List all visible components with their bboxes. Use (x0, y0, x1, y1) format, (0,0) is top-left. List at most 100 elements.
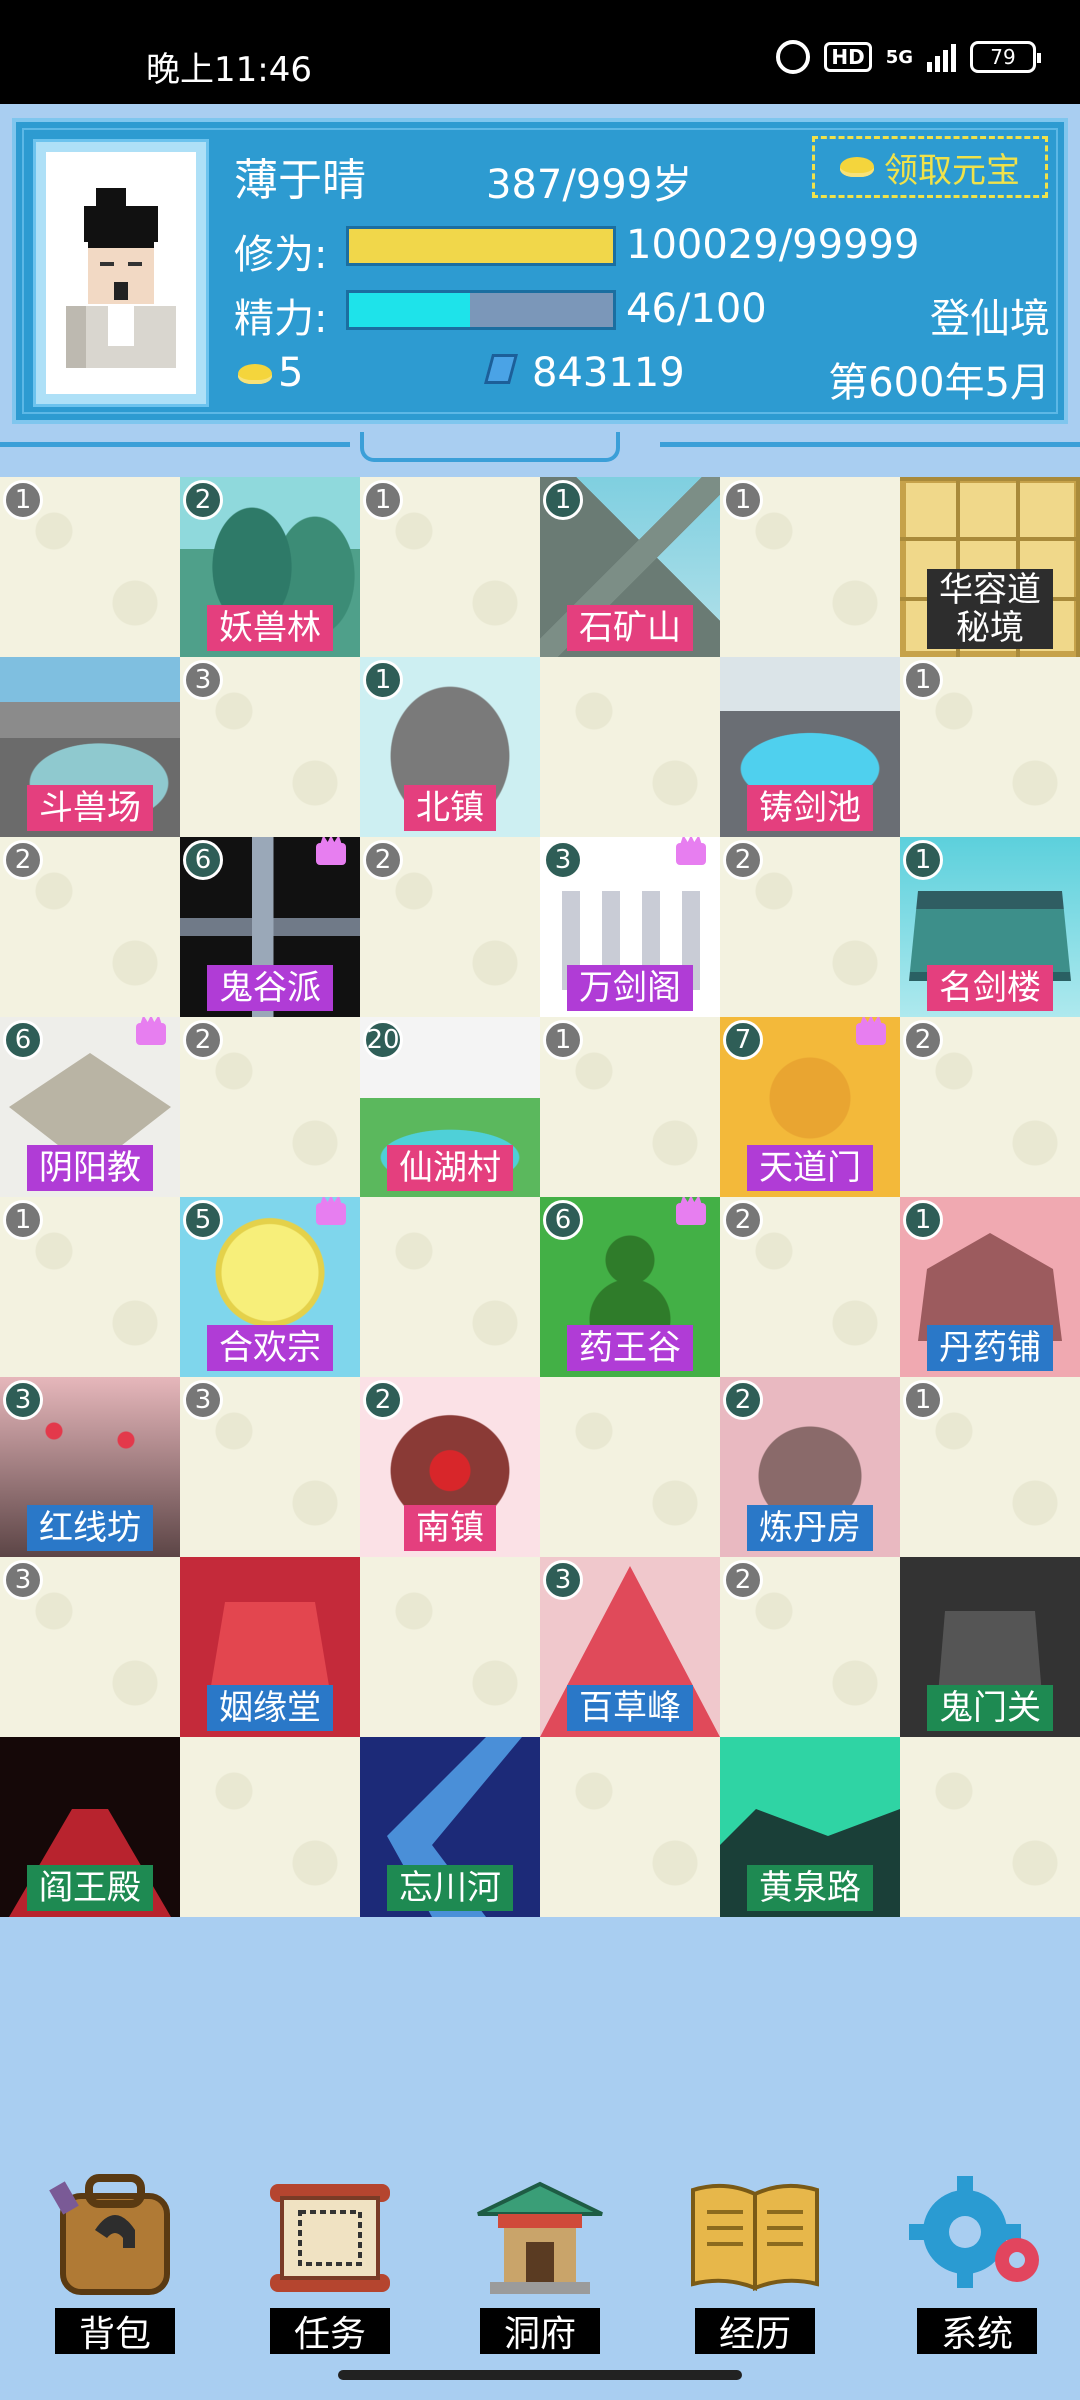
visit-count-badge: 7 (723, 1020, 763, 1060)
visit-count-badge: 2 (363, 1380, 403, 1420)
map-location[interactable]: 姻缘堂 (180, 1557, 360, 1737)
visit-count-badge: 2 (183, 1020, 223, 1060)
map-tile[interactable]: 2 (0, 837, 180, 1017)
map-location[interactable]: 华容道 秘境 (900, 477, 1080, 657)
map-location[interactable]: 20 仙湖村 (360, 1017, 540, 1197)
map-location[interactable]: 阎王殿 (0, 1737, 180, 1917)
gold-count: 5 (278, 350, 304, 396)
map-location[interactable]: 7 天道门 (720, 1017, 900, 1197)
visit-count-badge: 2 (723, 1380, 763, 1420)
map-tile[interactable]: 3 (180, 657, 360, 837)
energy-value: 46/100 (626, 286, 767, 332)
map-location[interactable]: 3 红线坊 (0, 1377, 180, 1557)
map-location[interactable]: 3 百草峰 (540, 1557, 720, 1737)
map-location[interactable]: 1 名剑楼 (900, 837, 1080, 1017)
sect-crown-icon (316, 843, 346, 865)
visit-count-badge: 1 (543, 480, 583, 520)
map-tile[interactable]: 2 (720, 1557, 900, 1737)
visit-count-badge: 1 (903, 1380, 943, 1420)
map-tile[interactable]: 1 (540, 1017, 720, 1197)
map-tile[interactable]: 1 (360, 477, 540, 657)
battery-level: 79 (990, 45, 1016, 69)
visit-count-badge: 1 (363, 660, 403, 700)
map-location[interactable]: 1 北镇 (360, 657, 540, 837)
map-tile[interactable]: 3 (0, 1557, 180, 1737)
home-indicator[interactable] (338, 2370, 742, 2380)
energy-label: 精力: (234, 296, 328, 342)
visit-count-badge: 3 (3, 1380, 43, 1420)
map-tile[interactable] (540, 1737, 720, 1917)
map-tile[interactable] (540, 1377, 720, 1557)
sect-crown-icon (676, 843, 706, 865)
visit-count-badge: 2 (3, 840, 43, 880)
map-tile[interactable]: 2 (180, 1017, 360, 1197)
map-location[interactable]: 2 妖兽林 (180, 477, 360, 657)
visit-count-badge: 5 (183, 1200, 223, 1240)
avatar[interactable] (33, 139, 209, 407)
map-tile[interactable]: 1 (720, 477, 900, 657)
nav-backpack[interactable]: 背包 (30, 2170, 200, 2355)
visit-count-badge: 1 (903, 840, 943, 880)
status-icons: HD 5G 79 (776, 40, 1041, 74)
map-tile[interactable]: 1 (900, 657, 1080, 837)
location-name: 石矿山 (567, 605, 693, 651)
location-name: 黄泉路 (747, 1865, 873, 1911)
map-location[interactable]: 6 鬼谷派 (180, 837, 360, 1017)
battery-icon: 79 (970, 41, 1041, 73)
map-tile[interactable]: 2 (360, 837, 540, 1017)
visit-count-badge: 2 (723, 1200, 763, 1240)
location-name: 天道门 (747, 1145, 873, 1191)
realm-label: 登仙境 (930, 296, 1050, 342)
map-tile[interactable]: 1 (0, 477, 180, 657)
nav-tasks-label: 任务 (270, 2308, 390, 2355)
location-name: 药王谷 (567, 1325, 693, 1371)
map-tile[interactable] (900, 1737, 1080, 1917)
location-name: 丹药铺 (927, 1325, 1053, 1371)
visit-count-badge: 2 (723, 840, 763, 880)
visit-count-badge: 2 (363, 840, 403, 880)
map-location[interactable]: 2 南镇 (360, 1377, 540, 1557)
nav-cave-dwelling[interactable]: 洞府 (455, 2170, 625, 2355)
visit-count-badge: 3 (543, 840, 583, 880)
claim-ingot-button[interactable]: 领取元宝 (812, 136, 1048, 198)
location-name: 合欢宗 (207, 1325, 333, 1371)
map-tile[interactable]: 3 (180, 1377, 360, 1557)
map-tile[interactable]: 2 (720, 837, 900, 1017)
map-tile[interactable] (360, 1557, 540, 1737)
nav-experience[interactable]: 经历 (670, 2170, 840, 2355)
visit-count-badge: 6 (3, 1020, 43, 1060)
visit-count-badge: 3 (183, 1380, 223, 1420)
location-name: 百草峰 (567, 1685, 693, 1731)
map-location[interactable]: 忘川河 (360, 1737, 540, 1917)
map-tile[interactable] (360, 1197, 540, 1377)
map-location[interactable]: 3 万剑阁 (540, 837, 720, 1017)
nav-tasks[interactable]: 任务 (245, 2170, 415, 2355)
map-location[interactable]: 鬼门关 (900, 1557, 1080, 1737)
location-name: 南镇 (404, 1505, 496, 1551)
gear-icon (909, 2176, 1039, 2288)
map-location[interactable]: 铸剑池 (720, 657, 900, 837)
map-tile[interactable] (180, 1737, 360, 1917)
cultivation-bar (346, 226, 616, 266)
map-tile[interactable]: 2 (720, 1197, 900, 1377)
visit-count-badge: 2 (723, 1560, 763, 1600)
map-tile[interactable] (540, 657, 720, 837)
visit-count-badge: 2 (183, 480, 223, 520)
map-location[interactable]: 6 阴阳教 (0, 1017, 180, 1197)
map-location[interactable]: 6 药王谷 (540, 1197, 720, 1377)
map-location[interactable]: 5 合欢宗 (180, 1197, 360, 1377)
map-tile[interactable]: 1 (0, 1197, 180, 1377)
energy-bar-fill (349, 293, 471, 327)
nav-system[interactable]: 系统 (892, 2170, 1062, 2355)
map-location[interactable]: 斗兽场 (0, 657, 180, 837)
map-location[interactable]: 1 丹药铺 (900, 1197, 1080, 1377)
visit-count-badge: 1 (903, 660, 943, 700)
map-location[interactable]: 2 炼丹房 (720, 1377, 900, 1557)
map-location[interactable]: 黄泉路 (720, 1737, 900, 1917)
ingot-icon (840, 157, 874, 177)
map-tile[interactable]: 1 (900, 1377, 1080, 1557)
map-location[interactable]: 1 石矿山 (540, 477, 720, 657)
map-tile[interactable]: 2 (900, 1017, 1080, 1197)
location-name: 姻缘堂 (207, 1685, 333, 1731)
location-name: 忘川河 (387, 1865, 513, 1911)
